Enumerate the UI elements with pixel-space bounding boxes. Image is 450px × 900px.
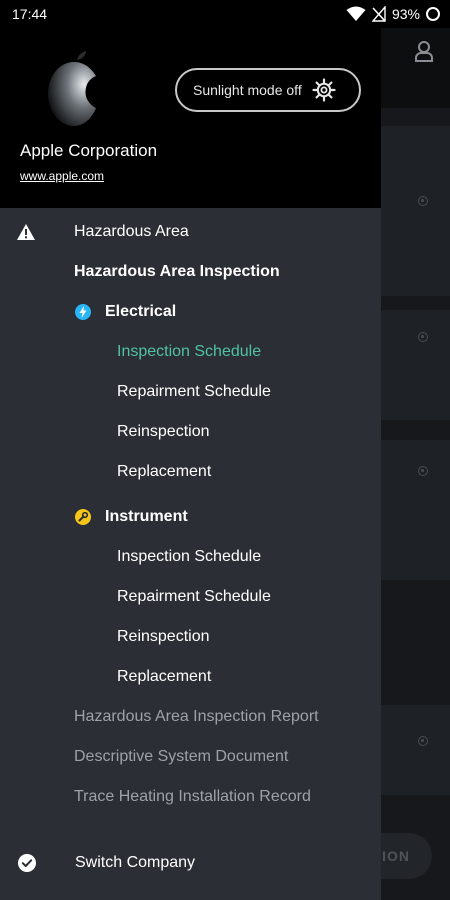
drawer-header: Sunlight mode off Apple Corporation www.… bbox=[0, 28, 381, 208]
company-url-link[interactable]: www.apple.com bbox=[20, 169, 104, 183]
company-name: Apple Corporation bbox=[20, 141, 158, 160]
group-label: Electrical bbox=[105, 303, 177, 320]
battery-percentage: 93% bbox=[391, 6, 420, 22]
menu-item-label: Hazardous Area Inspection Report bbox=[74, 708, 319, 725]
group-label: Instrument bbox=[105, 508, 188, 525]
menu-item-label: Hazardous Area bbox=[74, 223, 189, 240]
menu-item-label: Inspection Schedule bbox=[117, 343, 262, 360]
wifi-icon bbox=[346, 6, 366, 21]
background-card-radio-icon bbox=[418, 196, 428, 206]
menu-item-label: Repairment Schedule bbox=[117, 588, 271, 605]
menu-item-label: Reinspection bbox=[117, 628, 210, 645]
menu-item-label: Descriptive System Document bbox=[74, 748, 289, 765]
gear-icon bbox=[312, 78, 336, 102]
warning-icon bbox=[16, 223, 36, 241]
profile-icon[interactable] bbox=[414, 40, 434, 62]
menu-item-label: Trace Heating Installation Record bbox=[74, 788, 311, 805]
group-instrument[interactable]: Instrument bbox=[0, 497, 381, 537]
status-icons: 93% bbox=[346, 6, 440, 22]
menu-item-trace-heating-record[interactable]: Trace Heating Installation Record bbox=[0, 777, 381, 817]
background-card-radio-icon bbox=[418, 332, 428, 342]
menu-item-label: Switch Company bbox=[75, 854, 196, 871]
menu-item-instrument-replacement[interactable]: Replacement bbox=[0, 657, 381, 697]
menu-item-electrical-reinspection[interactable]: Reinspection bbox=[0, 412, 381, 452]
group-electrical[interactable]: Electrical bbox=[0, 292, 381, 332]
menu-item-electrical-repairment-schedule[interactable]: Repairment Schedule bbox=[0, 372, 381, 412]
menu-item-label: Replacement bbox=[117, 463, 212, 480]
menu-item-inspection-report[interactable]: Hazardous Area Inspection Report bbox=[0, 697, 381, 737]
menu-item-instrument-inspection-schedule[interactable]: Inspection Schedule bbox=[0, 537, 381, 577]
wrench-icon bbox=[75, 509, 91, 525]
menu-item-electrical-inspection-schedule[interactable]: Inspection Schedule bbox=[0, 332, 381, 372]
navigation-drawer: Sunlight mode off Apple Corporation www.… bbox=[0, 28, 381, 900]
background-card-radio-icon bbox=[418, 466, 428, 476]
background-action-button-label: ION bbox=[382, 848, 410, 864]
menu-item-label: Inspection Schedule bbox=[117, 548, 262, 565]
menu-item-label: Replacement bbox=[117, 668, 212, 685]
check-circle-icon bbox=[18, 854, 36, 872]
sunlight-mode-toggle[interactable]: Sunlight mode off bbox=[175, 68, 361, 112]
no-signal-icon bbox=[371, 6, 386, 22]
lightning-bolt-icon bbox=[75, 304, 91, 320]
menu-item-hazardous-area[interactable]: Hazardous Area bbox=[0, 212, 381, 252]
menu-item-electrical-replacement[interactable]: Replacement bbox=[0, 452, 381, 492]
sunlight-mode-label: Sunlight mode off bbox=[193, 82, 302, 98]
status-time: 17:44 bbox=[12, 6, 48, 22]
section-hazardous-area-inspection: Hazardous Area Inspection bbox=[0, 252, 381, 292]
battery-ring-icon bbox=[426, 7, 440, 21]
background-card-radio-icon bbox=[418, 736, 428, 746]
status-bar: 17:44 93% bbox=[0, 0, 450, 28]
menu-item-descriptive-system-document[interactable]: Descriptive System Document bbox=[0, 737, 381, 777]
menu-item-label: Reinspection bbox=[117, 423, 210, 440]
section-title: Hazardous Area Inspection bbox=[74, 263, 280, 280]
menu-item-switch-company[interactable]: Switch Company bbox=[0, 843, 381, 883]
menu-item-label: Repairment Schedule bbox=[117, 383, 271, 400]
menu-item-instrument-reinspection[interactable]: Reinspection bbox=[0, 617, 381, 657]
menu-item-instrument-repairment-schedule[interactable]: Repairment Schedule bbox=[0, 577, 381, 617]
company-logo bbox=[48, 51, 96, 126]
